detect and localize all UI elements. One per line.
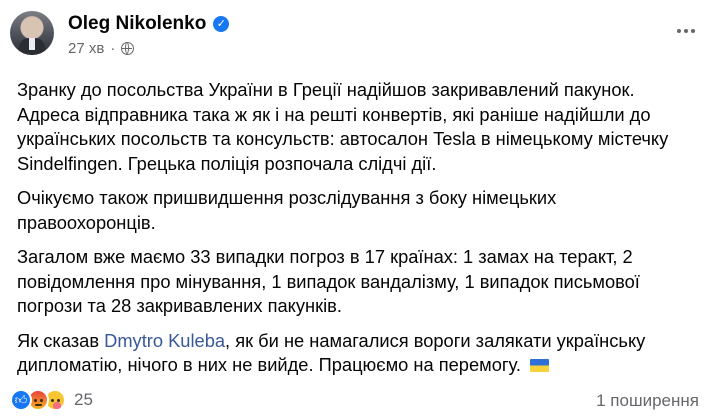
reaction-count: 25 [74, 390, 93, 409]
reactions-summary[interactable]: 👍︎ 25 [10, 389, 93, 411]
author-row: Oleg Nikolenko ✓ [68, 13, 230, 35]
post-paragraph-1: Зранку до посольства України в Греції на… [17, 79, 669, 174]
avatar-shirt [29, 38, 35, 50]
meta-separator: · [110, 40, 116, 57]
shares-count[interactable]: 1 поширення [596, 391, 699, 411]
post-timestamp[interactable]: 27 хв [68, 40, 104, 57]
author-name[interactable]: Oleg Nikolenko [68, 13, 206, 35]
ukraine-flag-icon [530, 359, 550, 372]
mention-link[interactable]: Dmytro Kuleba [104, 330, 225, 351]
paragraph-prefix: Як сказав [17, 329, 105, 351]
avatar[interactable] [10, 11, 54, 55]
post-meta: 27 хв · [68, 40, 135, 57]
post-paragraph-2: Очікуємо також пришвидшення розслідуванн… [17, 187, 557, 233]
post-body: Зранку до посольства України в Греції на… [17, 78, 707, 388]
post-paragraph-4: Як сказав Dmytro Kuleba, як би не намага… [17, 329, 707, 378]
globe-icon[interactable] [121, 42, 135, 55]
like-icon: 👍︎ [10, 389, 32, 411]
verified-badge-icon: ✓ [213, 16, 230, 32]
post-footer: 👍︎ 25 1 поширення [10, 388, 709, 414]
post-paragraph-3: Загалом вже маємо 33 випадки погроз в 17… [17, 246, 640, 316]
post-header: Oleg Nikolenko ✓ 27 хв · [10, 11, 709, 59]
more-options-icon[interactable] [671, 19, 701, 43]
